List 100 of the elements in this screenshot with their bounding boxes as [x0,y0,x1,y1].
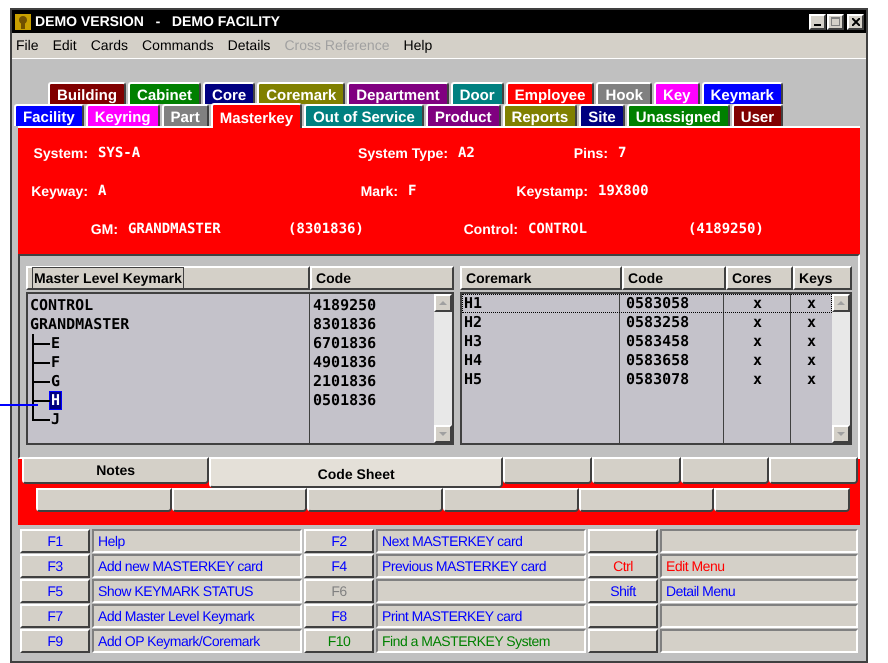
bottom-tab[interactable] [307,488,444,512]
menu-item[interactable]: Edit [52,35,77,56]
column-header[interactable]: Master Level Keymark [26,266,310,290]
field-label: Keyway: [30,182,89,201]
keymark-item[interactable]: GRANDMASTER [29,316,130,333]
card-tab[interactable]: Coremark [257,82,346,104]
bottom-tab[interactable]: Code Sheet [209,457,504,488]
field-value: A [98,182,108,200]
function-key-label: Detail Menu [660,579,858,603]
column-header[interactable]: Keys [793,266,852,290]
card-tab[interactable]: Employee [506,82,594,104]
keymark-item[interactable]: G [50,373,62,390]
function-key-label: Add OP Keymark/Coremark [92,629,302,653]
keymark-item[interactable]: J [50,411,62,428]
bottom-tab[interactable] [36,488,172,512]
keymark-item[interactable]: E [50,335,62,352]
card-tab[interactable]: User [732,104,784,126]
close-button[interactable] [847,14,864,30]
card-tab[interactable]: Keymark [702,82,783,104]
function-key-label: Add Master Level Keymark [92,604,302,628]
function-key-button[interactable]: Shift [588,579,658,603]
field-label: Keystamp: [515,182,589,201]
maximize-icon [831,17,840,26]
table-cell-text: x [806,293,818,314]
card-tab[interactable]: Product [426,104,500,126]
card-tab[interactable]: Door [450,82,504,104]
field-value: GRANDMASTER [128,220,222,238]
card-tab[interactable]: Core [203,82,256,104]
column-header[interactable]: Code [622,266,726,290]
bottom-tab[interactable] [443,488,579,512]
field-value: SYS-A [98,144,142,162]
card-tab[interactable]: Part [162,104,209,126]
menu-item[interactable]: Details [228,35,270,56]
table-cell-text: x [752,293,764,314]
menu-item[interactable]: Help [403,35,432,56]
card-tab[interactable]: Facility [14,104,84,126]
card-tab[interactable]: Hook [596,82,652,104]
menu-item[interactable]: Cards [90,35,128,56]
bottom-tab[interactable]: Notes [22,457,210,484]
function-key-button[interactable]: F9 [20,629,90,653]
scroll-up-button[interactable] [832,294,850,312]
card-tab[interactable]: Out of Service [304,104,424,126]
function-key-label: Help [92,529,302,553]
bottom-tab[interactable] [680,457,770,484]
coremark-row[interactable]: H2 0583258 x x [462,313,832,332]
table-cell-text: 0583058 [625,293,690,314]
minimize-icon [814,24,821,26]
menu-item[interactable]: Commands [142,35,214,56]
coremark-row[interactable]: H3 0583458 x x [462,332,832,351]
table-cell-text: H1 [463,293,484,314]
scroll-down-button[interactable] [832,425,850,443]
coremark-row[interactable]: H4 0583658 x x [462,351,832,370]
bottom-tab[interactable] [578,488,714,512]
keymark-item[interactable]: CONTROL [29,297,94,314]
keymark-item[interactable]: F [50,354,62,371]
keymark-item[interactable]: H [50,392,62,409]
column-header[interactable]: Code [310,266,454,290]
function-key-button[interactable]: F2 [304,529,374,553]
down-arrow-icon [837,432,845,436]
bottom-tab[interactable] [714,488,850,512]
function-key-button[interactable]: F5 [20,579,90,603]
function-key-label: Print MASTERKEY card [376,604,586,628]
card-tab[interactable]: Building [48,82,126,104]
bottom-tab[interactable] [769,457,858,484]
function-key-button[interactable] [588,529,658,553]
table-cell-text: x [752,350,764,372]
bottom-tab[interactable] [172,488,308,512]
field-value: (8301836) [288,220,365,238]
field-value: F [408,182,418,200]
function-key-button[interactable]: F7 [20,604,90,628]
column-header[interactable]: Cores [726,266,793,290]
function-key-button[interactable] [588,604,658,628]
field-label: Control: [462,220,519,238]
card-tab[interactable]: Unassigned [626,104,730,126]
scroll-up-button[interactable] [434,294,452,312]
coremark-row[interactable]: H1 0583058 x x [462,294,832,313]
card-tab[interactable]: Reports [502,104,578,126]
bottom-tab[interactable] [503,457,592,484]
maximize-button[interactable] [827,14,844,30]
function-key-button[interactable]: F3 [20,554,90,578]
table-cell-text: x [806,369,818,390]
function-key-button[interactable]: F4 [304,554,374,578]
field-label: System: [32,144,89,163]
function-key-button[interactable]: F1 [20,529,90,553]
app-logo-icon [14,12,32,30]
code-cell: 4901836 [313,354,376,371]
scroll-down-button[interactable] [434,425,452,443]
function-key-button[interactable]: F8 [304,604,374,628]
card-tab[interactable]: Cabinet [128,82,202,104]
menu-item[interactable]: File [16,35,39,56]
card-tab[interactable]: Department [347,82,449,104]
bottom-tab[interactable] [592,457,681,484]
column-header[interactable]: Coremark [460,266,622,290]
function-key-button[interactable] [588,629,658,653]
card-tab[interactable]: Site [579,104,625,126]
minimize-button[interactable] [809,14,826,30]
table-cell-text: x [806,350,818,372]
code-cell: 6701836 [313,335,376,352]
card-tab[interactable]: Masterkey [210,103,302,128]
coremark-row[interactable]: H5 0583078 x x [462,370,832,389]
